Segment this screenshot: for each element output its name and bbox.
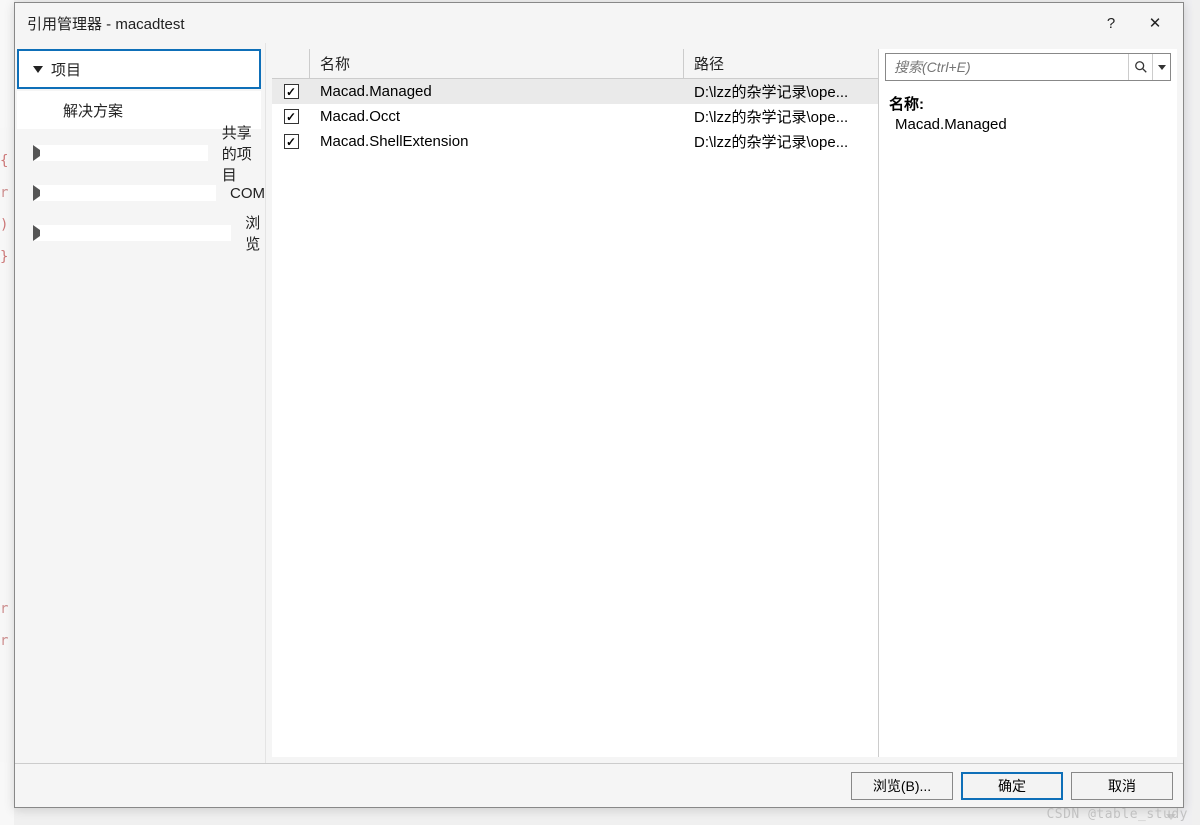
table-body: Macad.Managed D:\lzz的杂学记录\ope... Macad.O… bbox=[272, 79, 878, 757]
sidebar-item-shared-projects[interactable]: 共享的项目 bbox=[15, 133, 265, 173]
search-box bbox=[885, 53, 1171, 81]
sidebar-item-label: 浏览 bbox=[245, 212, 265, 254]
column-header-path[interactable]: 路径 bbox=[684, 49, 878, 78]
search-input[interactable] bbox=[886, 54, 1128, 80]
titlebar: 引用管理器 - macadtest ? ✕ bbox=[15, 3, 1183, 43]
column-header-checkbox[interactable] bbox=[272, 49, 310, 78]
sidebar: 项目 解决方案 共享的项目 COM 浏览 bbox=[15, 43, 266, 763]
column-header-name[interactable]: 名称 bbox=[310, 49, 684, 78]
ok-button[interactable]: 确定 bbox=[961, 772, 1063, 800]
background-code-strip: {r)} rr bbox=[0, 0, 14, 825]
dialog-footer: 浏览(B)... 确定 取消 bbox=[15, 763, 1183, 807]
bottom-artifact bbox=[14, 809, 1184, 825]
chevron-down-icon bbox=[33, 66, 43, 73]
table-row[interactable]: Macad.Managed D:\lzz的杂学记录\ope... bbox=[272, 79, 878, 104]
table-row[interactable]: Macad.Occt D:\lzz的杂学记录\ope... bbox=[272, 104, 878, 129]
sidebar-item-label: COM bbox=[230, 185, 265, 202]
table-header: 名称 路径 bbox=[272, 49, 878, 79]
search-icon[interactable] bbox=[1128, 54, 1152, 80]
table-row[interactable]: Macad.ShellExtension D:\lzz的杂学记录\ope... bbox=[272, 129, 878, 154]
browse-button[interactable]: 浏览(B)... bbox=[851, 772, 953, 800]
cell-name: Macad.ShellExtension bbox=[310, 133, 684, 150]
details-panel: 名称: Macad.Managed bbox=[879, 49, 1177, 757]
details-name-value: Macad.Managed bbox=[889, 116, 1167, 133]
sidebar-item-browse[interactable]: 浏览 bbox=[15, 213, 265, 253]
details-name-label: 名称: bbox=[889, 93, 1167, 114]
details-content: 名称: Macad.Managed bbox=[879, 87, 1177, 139]
cell-path: D:\lzz的杂学记录\ope... bbox=[684, 81, 878, 102]
row-checkbox[interactable] bbox=[284, 134, 299, 149]
reference-table: 名称 路径 Macad.Managed D:\lzz的杂学记录\ope... M… bbox=[272, 49, 879, 757]
close-button[interactable]: ✕ bbox=[1133, 8, 1177, 38]
sidebar-subitem-label: 解决方案 bbox=[63, 100, 123, 121]
sidebar-item-projects[interactable]: 项目 bbox=[17, 49, 261, 89]
sidebar-item-label: 共享的项目 bbox=[222, 122, 265, 185]
cell-name: Macad.Managed bbox=[310, 83, 684, 100]
chevron-right-icon bbox=[33, 185, 216, 201]
chevron-right-icon bbox=[33, 225, 231, 241]
cell-path: D:\lzz的杂学记录\ope... bbox=[684, 131, 878, 152]
help-button[interactable]: ? bbox=[1089, 8, 1133, 38]
reference-manager-dialog: 引用管理器 - macadtest ? ✕ 项目 解决方案 共享的项目 COM … bbox=[14, 2, 1184, 808]
row-checkbox[interactable] bbox=[284, 109, 299, 124]
cell-path: D:\lzz的杂学记录\ope... bbox=[684, 106, 878, 127]
window-title: 引用管理器 - macadtest bbox=[27, 13, 1089, 34]
search-dropdown-icon[interactable] bbox=[1152, 54, 1170, 80]
sidebar-item-label: 项目 bbox=[51, 59, 81, 80]
watermark: CSDN @table_study bbox=[1046, 807, 1188, 822]
chevron-right-icon bbox=[33, 145, 208, 161]
row-checkbox[interactable] bbox=[284, 84, 299, 99]
cell-name: Macad.Occt bbox=[310, 108, 684, 125]
cancel-button[interactable]: 取消 bbox=[1071, 772, 1173, 800]
